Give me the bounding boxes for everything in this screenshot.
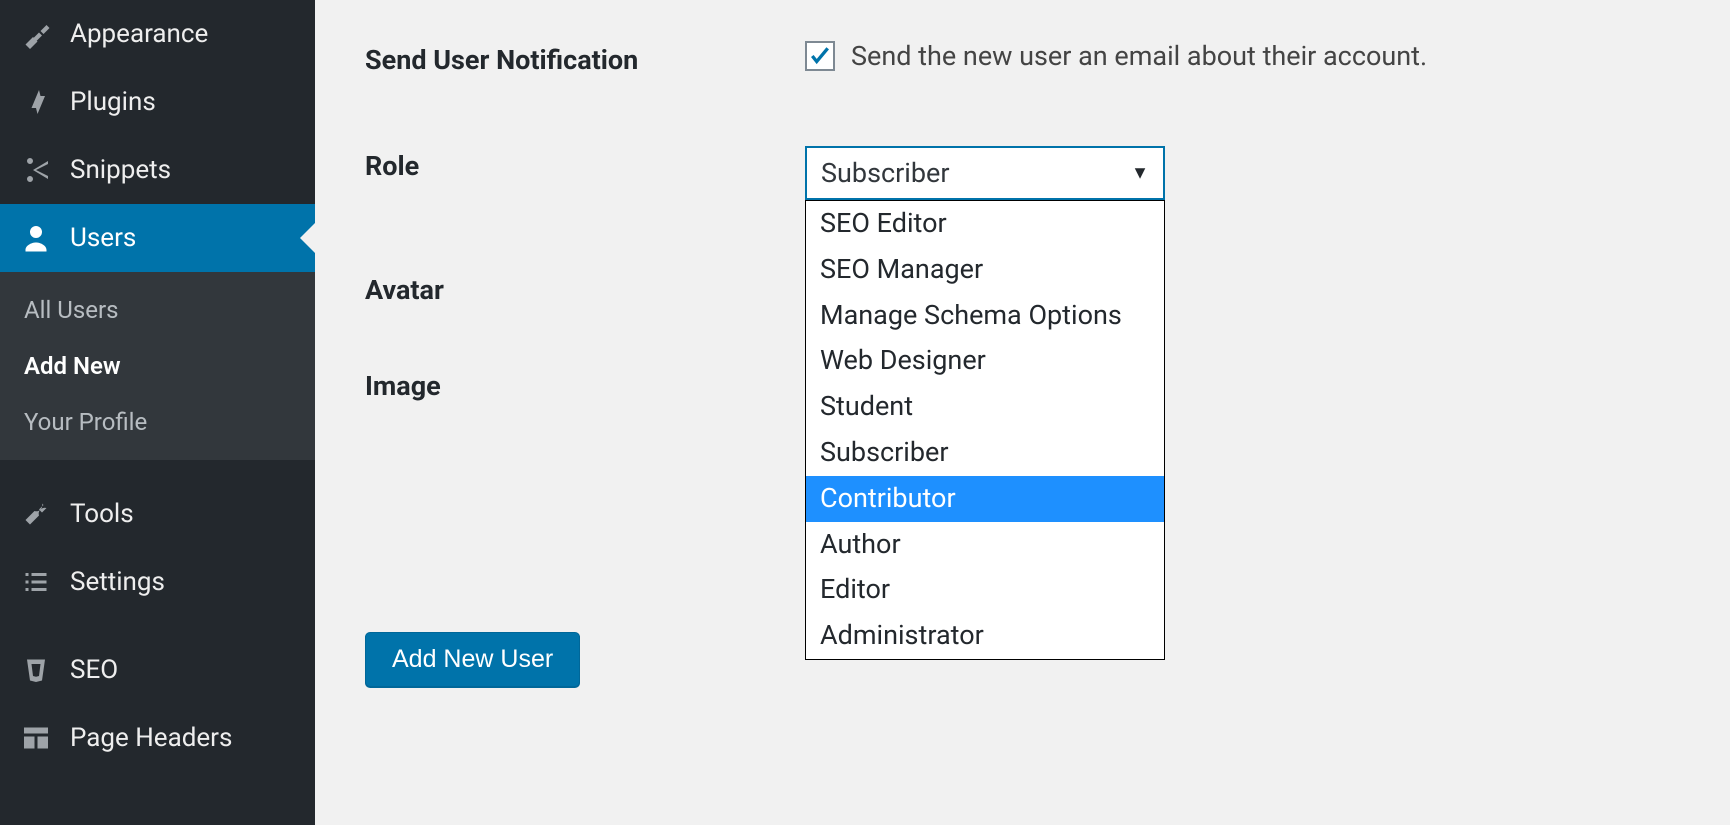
role-option[interactable]: Editor	[806, 567, 1164, 613]
add-new-user-button[interactable]: Add New User	[365, 632, 580, 687]
plugins-icon	[20, 86, 52, 118]
sidebar-item-tools[interactable]: Tools	[0, 480, 315, 548]
sidebar-label: Appearance	[70, 19, 295, 49]
main-content: Send User Notification Send the new user…	[315, 0, 1730, 825]
label-role: Role	[365, 146, 805, 182]
settings-icon	[20, 566, 52, 598]
users-icon	[20, 222, 52, 254]
sidebar-item-plugins[interactable]: Plugins	[0, 68, 315, 136]
seo-icon	[20, 654, 52, 686]
label-image: Image	[365, 366, 805, 402]
sidebar-submenu-users: All Users Add New Your Profile	[0, 272, 315, 460]
role-option[interactable]: SEO Manager	[806, 247, 1164, 293]
label-notification: Send User Notification	[365, 40, 805, 76]
role-select-wrap: Subscriber ▼ SEO Editor SEO Manager Mana…	[805, 146, 1165, 200]
chevron-down-icon: ▼	[1131, 163, 1149, 184]
sidebar-label: Snippets	[70, 155, 295, 185]
notification-text: Send the new user an email about their a…	[851, 40, 1427, 72]
role-option[interactable]: Student	[806, 384, 1164, 430]
role-option[interactable]: Manage Schema Options	[806, 293, 1164, 339]
snippets-icon	[20, 154, 52, 186]
label-avatar: Avatar	[365, 270, 805, 306]
appearance-icon	[20, 18, 52, 50]
submenu-add-new[interactable]: Add New	[0, 338, 315, 394]
role-option[interactable]: Author	[806, 522, 1164, 568]
notification-checkbox-wrap[interactable]: Send the new user an email about their a…	[805, 40, 1680, 72]
sidebar-item-appearance[interactable]: Appearance	[0, 0, 315, 68]
sidebar-item-page-headers[interactable]: Page Headers	[0, 704, 315, 772]
role-dropdown: SEO Editor SEO Manager Manage Schema Opt…	[805, 200, 1165, 660]
sidebar-item-users[interactable]: Users	[0, 204, 315, 272]
sidebar-label: Plugins	[70, 87, 295, 117]
row-notification: Send User Notification Send the new user…	[365, 40, 1680, 76]
sidebar-label: Settings	[70, 567, 295, 597]
role-select[interactable]: Subscriber ▼	[805, 146, 1165, 200]
submenu-your-profile[interactable]: Your Profile	[0, 394, 315, 450]
role-option[interactable]: Subscriber	[806, 430, 1164, 476]
sidebar-label: Users	[70, 223, 295, 253]
sidebar-item-settings[interactable]: Settings	[0, 548, 315, 616]
role-option[interactable]: Administrator	[806, 613, 1164, 659]
sidebar-label: Page Headers	[70, 723, 295, 753]
sidebar-label: Tools	[70, 499, 295, 529]
sidebar-item-seo[interactable]: SEO	[0, 636, 315, 704]
tools-icon	[20, 498, 52, 530]
sidebar-label: SEO	[70, 655, 295, 685]
page-headers-icon	[20, 722, 52, 754]
admin-sidebar: Appearance Plugins Snippets Users All Us…	[0, 0, 315, 825]
notification-checkbox[interactable]	[805, 41, 835, 71]
sidebar-item-snippets[interactable]: Snippets	[0, 136, 315, 204]
role-option[interactable]: SEO Editor	[806, 201, 1164, 247]
role-selected-value: Subscriber	[821, 157, 950, 189]
role-option-highlighted[interactable]: Contributor	[806, 476, 1164, 522]
row-role: Role Subscriber ▼ SEO Editor SEO Manager…	[365, 146, 1680, 200]
role-option[interactable]: Web Designer	[806, 338, 1164, 384]
check-icon	[809, 45, 831, 67]
submenu-all-users[interactable]: All Users	[0, 282, 315, 338]
